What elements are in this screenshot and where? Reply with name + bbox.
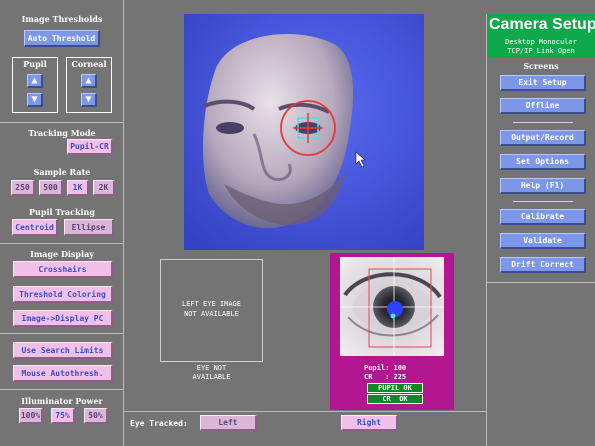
illuminator-50-button[interactable]: 50% bbox=[84, 408, 108, 424]
sample-rate-2k-button[interactable]: 2K bbox=[93, 180, 115, 196]
sample-rate-500-button[interactable]: 500 bbox=[39, 180, 63, 196]
camera-image[interactable] bbox=[184, 14, 424, 250]
camera-setup-screen: Image Thresholds Auto Threshold Pupil ▲ … bbox=[0, 0, 595, 446]
pupil-threshold-down-button[interactable]: ▼ bbox=[27, 93, 43, 107]
cr-ok-badge: CR OK bbox=[367, 394, 423, 404]
use-search-limits-button[interactable]: Use Search Limits bbox=[13, 342, 113, 359]
illuminator-100-button[interactable]: 100% bbox=[19, 408, 43, 424]
sample-rate-title: Sample Rate bbox=[33, 167, 91, 177]
divider bbox=[513, 122, 573, 123]
offline-button[interactable]: Offline bbox=[500, 98, 586, 114]
pupil-ok-badge: PUPIL OK bbox=[367, 383, 423, 393]
set-options-button[interactable]: Set Options bbox=[500, 154, 586, 170]
right-eye-image bbox=[340, 257, 444, 356]
illuminator-75-button[interactable]: 75% bbox=[51, 408, 75, 424]
exit-setup-button[interactable]: Exit Setup bbox=[500, 75, 586, 91]
eye-tracked-label: Eye Tracked: bbox=[130, 419, 188, 428]
crosshairs-button[interactable]: Crosshairs bbox=[13, 261, 113, 278]
left-eye-status-text: EYE NOT AVAILABLE bbox=[192, 364, 231, 381]
pupil-threshold-label: Pupil bbox=[23, 59, 47, 69]
sample-rate-250-button[interactable]: 250 bbox=[11, 180, 35, 196]
validate-button[interactable]: Validate bbox=[500, 233, 586, 249]
threshold-coloring-button[interactable]: Threshold Coloring bbox=[13, 286, 113, 303]
drift-correct-button[interactable]: Drift Correct bbox=[500, 257, 586, 273]
image-display-title: Image Display bbox=[30, 249, 94, 259]
left-eye-not-available-text: LEFT EYE IMAGE NOT AVAILABLE bbox=[181, 300, 241, 318]
output-record-button[interactable]: Output/Record bbox=[500, 130, 586, 146]
help-button[interactable]: Help (F1) bbox=[500, 178, 586, 194]
page-title: Camera Setup bbox=[489, 16, 595, 33]
pupil-threshold-up-button[interactable]: ▲ bbox=[27, 74, 43, 88]
eye-tracked-right-button[interactable]: Right bbox=[341, 415, 398, 431]
divider bbox=[0, 333, 124, 334]
link-status-text: TCP/IP Link Open bbox=[507, 47, 575, 55]
calibrate-button[interactable]: Calibrate bbox=[500, 209, 586, 225]
image-thresholds-title: Image Thresholds bbox=[21, 14, 103, 24]
divider bbox=[0, 243, 124, 244]
divider bbox=[513, 201, 573, 202]
auto-threshold-button[interactable]: Auto Threshold bbox=[24, 30, 100, 47]
camera-image-graphic bbox=[184, 14, 424, 250]
eye-closeup-graphic bbox=[340, 257, 444, 356]
corneal-threshold-down-button[interactable]: ▼ bbox=[81, 93, 97, 107]
cr-readout: CR : 225 bbox=[364, 373, 407, 381]
pupil-tracking-title: Pupil Tracking bbox=[29, 207, 95, 217]
pupil-readout: Pupil: 100 bbox=[364, 364, 407, 372]
screens-label: Screens bbox=[523, 61, 559, 71]
divider bbox=[0, 389, 124, 390]
image-display-pc-button[interactable]: Image->Display PC bbox=[13, 310, 113, 327]
divider bbox=[487, 282, 595, 283]
centroid-button[interactable]: Centroid bbox=[12, 219, 58, 236]
ellipse-button[interactable]: Ellipse bbox=[64, 219, 114, 236]
illuminator-power-title: Illuminator Power bbox=[21, 396, 103, 406]
divider bbox=[0, 122, 124, 123]
eye-tracked-left-button[interactable]: Left bbox=[200, 415, 257, 431]
tracker-mode-text: Desktop Monocular bbox=[505, 38, 577, 46]
divider bbox=[124, 411, 486, 412]
tracking-mode-title: Tracking Mode bbox=[28, 128, 96, 138]
tracking-mode-button[interactable]: Pupil-CR bbox=[67, 139, 113, 155]
corneal-threshold-label: Corneal bbox=[71, 59, 107, 69]
corneal-threshold-up-button[interactable]: ▲ bbox=[81, 74, 97, 88]
sample-rate-1k-button[interactable]: 1K bbox=[67, 180, 89, 196]
mouse-autothresh-button[interactable]: Mouse Autothresh. bbox=[13, 365, 113, 382]
right-panel-border bbox=[486, 14, 487, 446]
